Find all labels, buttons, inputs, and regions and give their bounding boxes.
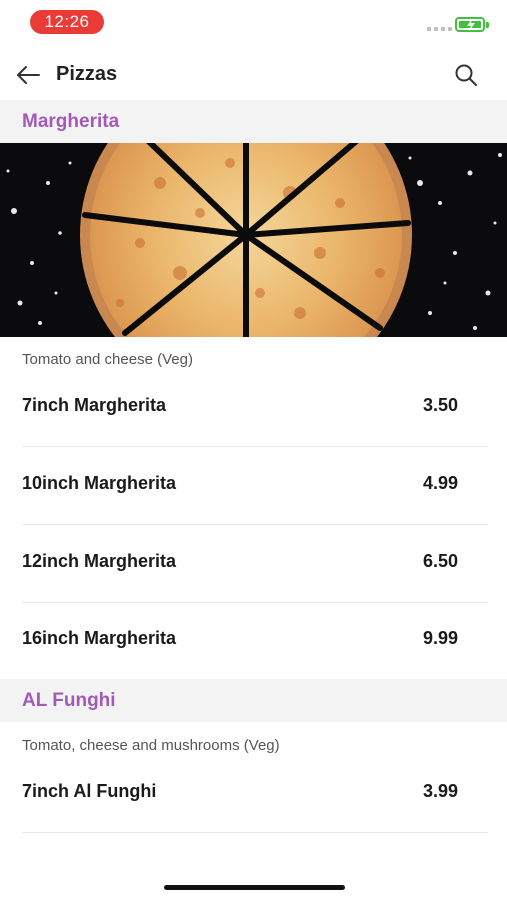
item-price: 9.99 (422, 628, 458, 648)
menu-item-row[interactable]: 12inch Margherita 6.50 (22, 525, 488, 603)
home-indicator[interactable] (164, 885, 345, 890)
item-price: 4.99 (422, 473, 458, 493)
section-description: Tomato, cheese and mushrooms (Veg) (22, 737, 280, 754)
menu-item-row[interactable]: 10inch Margherita 4.99 (22, 447, 488, 525)
section-title: Margherita (22, 111, 120, 132)
arrow-left-icon (17, 66, 40, 84)
status-time: 12:26 (30, 10, 104, 34)
section-description: Tomato and cheese (Veg) (22, 351, 193, 368)
signal-icon (427, 27, 452, 31)
menu-item-row[interactable]: 7inch Margherita 3.50 (22, 369, 488, 447)
nav-header: Pizzas (0, 50, 507, 100)
item-name: 12inch Margherita (22, 551, 177, 571)
search-icon (455, 64, 477, 86)
section-header-al-funghi: AL Funghi (0, 679, 507, 722)
item-price: 3.50 (422, 395, 458, 415)
search-button[interactable] (453, 62, 479, 88)
status-bar: 12:26 (0, 0, 507, 44)
item-name: 7inch Al Funghi (22, 781, 157, 801)
item-name: 16inch Margherita (22, 628, 177, 648)
back-button[interactable] (14, 62, 42, 88)
pizza-image (0, 143, 507, 337)
item-price: 6.50 (422, 551, 458, 571)
menu-item-row[interactable]: 7inch Al Funghi 3.99 (22, 755, 488, 833)
page-title: Pizzas (56, 63, 118, 85)
item-price: 3.99 (422, 781, 458, 801)
item-name: 7inch Margherita (22, 395, 167, 415)
item-name: 10inch Margherita (22, 473, 177, 493)
battery-icon (455, 17, 489, 32)
section-title: AL Funghi (22, 690, 116, 711)
section-header-margherita: Margherita (0, 100, 507, 143)
menu-item-row[interactable]: 16inch Margherita 9.99 (22, 602, 488, 680)
